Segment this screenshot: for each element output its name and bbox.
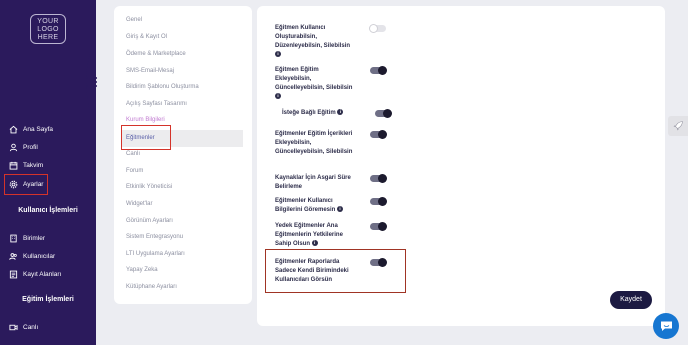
settings-menu-item[interactable]: Ödeme & Marketplace bbox=[126, 51, 186, 57]
calendar-icon bbox=[8, 160, 18, 170]
setting-toggle[interactable] bbox=[370, 66, 387, 75]
settings-menu-item[interactable]: Bildirim Şablonu Oluşturma bbox=[126, 84, 199, 90]
sidebar-item-home[interactable]: Ana Sayfa bbox=[8, 122, 53, 136]
form-icon bbox=[8, 269, 18, 279]
settings-menu-item[interactable]: SMS-Email-Mesaj bbox=[126, 68, 174, 74]
video-icon bbox=[8, 322, 18, 332]
users-icon bbox=[8, 251, 18, 261]
setting-label: Kaynaklar İçin Asgari Süre Belirleme bbox=[275, 175, 351, 190]
building-icon bbox=[8, 233, 18, 243]
setting-toggle[interactable] bbox=[370, 130, 387, 139]
settings-menu-item[interactable]: Sistem Entegrasyonu bbox=[126, 234, 183, 240]
info-icon[interactable]: i bbox=[337, 206, 344, 213]
home-icon bbox=[8, 124, 18, 134]
setting-toggle[interactable] bbox=[370, 174, 387, 183]
setting-highlight-box bbox=[265, 249, 406, 293]
sidebar-item-label: Kayıt Alanları bbox=[23, 270, 62, 278]
sidebar-item-users[interactable]: Kullanıcılar bbox=[8, 249, 55, 263]
settings-menu-item[interactable]: LTI Uygulama Ayarları bbox=[126, 251, 185, 257]
rocket-launcher-tab[interactable] bbox=[668, 116, 688, 136]
chat-icon bbox=[660, 321, 672, 331]
info-icon[interactable]: i bbox=[275, 93, 281, 100]
settings-menu-item[interactable]: Etkinlik Yöneticisi bbox=[126, 184, 172, 190]
settings-menu-item[interactable]: Genel bbox=[126, 17, 142, 23]
save-button[interactable]: Kaydet bbox=[610, 291, 652, 309]
logo-line-2: LOGO bbox=[37, 26, 59, 33]
sidebar-item-label: Ana Sayfa bbox=[23, 125, 53, 133]
info-icon[interactable]: i bbox=[311, 240, 318, 247]
hamburger-menu-icon[interactable] bbox=[87, 77, 97, 87]
setting-toggle[interactable] bbox=[369, 24, 386, 33]
info-icon[interactable]: i bbox=[275, 51, 281, 58]
sidebar-item-registration-fields[interactable]: Kayıt Alanları bbox=[8, 267, 61, 281]
info-icon[interactable]: i bbox=[337, 109, 344, 116]
setting-label: İsteğe Bağlı Eğitim i bbox=[282, 109, 344, 118]
setting-label: Yedek Eğitmenler Ana Eğitmenlerin Yetkile… bbox=[275, 223, 343, 247]
sidebar-item-label: Birimler bbox=[23, 234, 46, 242]
settings-highlight-box bbox=[4, 174, 48, 195]
sidebar-wave-edge bbox=[84, 0, 96, 345]
settings-menu-item[interactable]: Widget'lar bbox=[126, 201, 153, 207]
logo[interactable]: YOUR LOGO HERE bbox=[30, 14, 66, 44]
sidebar-item-label: Canlı bbox=[23, 323, 39, 331]
settings-menu-item[interactable]: Kurum Bilgileri bbox=[126, 117, 165, 123]
active-menu-highlight-box bbox=[121, 125, 171, 150]
settings-menu-item[interactable]: Giriş & Kayıt Ol bbox=[126, 34, 167, 40]
section-education-operations: Eğitim İşlemleri bbox=[22, 296, 74, 303]
settings-content-panel: Eğitmen Kullanıcı Oluşturabilsin, Düzenley… bbox=[257, 6, 665, 326]
sidebar-item-label: Profil bbox=[23, 143, 38, 151]
sidebar-item-label: Takvim bbox=[23, 161, 44, 169]
setting-label: Eğitmen Kullanıcı Oluşturabilsin, Düzenley… bbox=[275, 25, 351, 58]
user-icon bbox=[8, 142, 18, 152]
setting-toggle[interactable] bbox=[370, 197, 387, 206]
sidebar-item-calendar[interactable]: Takvim bbox=[8, 158, 43, 172]
logo-line-1: YOUR bbox=[37, 18, 59, 25]
sidebar-item-units[interactable]: Birimler bbox=[8, 231, 45, 245]
setting-label: Eğitmen Eğitim Ekleyebilsin, Güncelleyebil… bbox=[275, 67, 353, 100]
sidebar-item-profile[interactable]: Profil bbox=[8, 140, 38, 154]
chat-support-button[interactable] bbox=[653, 313, 679, 339]
setting-toggle[interactable] bbox=[375, 109, 392, 118]
rocket-icon bbox=[673, 121, 683, 131]
section-user-operations: Kullanıcı İşlemleri bbox=[18, 207, 78, 214]
sidebar-item-label: Kullanıcılar bbox=[23, 252, 56, 260]
settings-menu-item[interactable]: Forum bbox=[126, 168, 143, 174]
setting-label: Eğitmenler Eğitim İçerikleri Ekleyebilsin… bbox=[275, 131, 353, 155]
settings-menu-item[interactable]: Yapay Zeka bbox=[126, 267, 158, 273]
setting-label: Eğitmenler Kullanıcı Bilgilerini Göremes… bbox=[275, 197, 344, 215]
settings-menu-panel: Genel Giriş & Kayıt Ol Ödeme & Marketpla… bbox=[114, 6, 252, 304]
settings-menu-item[interactable]: Açılış Sayfası Tasarımı bbox=[126, 101, 187, 107]
settings-menu-item[interactable]: Kütüphane Ayarları bbox=[126, 284, 177, 290]
settings-menu-item[interactable]: Görünüm Ayarları bbox=[126, 218, 173, 224]
logo-line-3: HERE bbox=[37, 34, 59, 41]
setting-toggle[interactable] bbox=[370, 222, 387, 231]
settings-menu-item[interactable]: Canlı bbox=[126, 151, 140, 157]
sidebar: YOUR LOGO HERE Ana Sayfa Profil Takvim A… bbox=[0, 0, 96, 345]
sidebar-item-live[interactable]: Canlı bbox=[8, 320, 38, 334]
